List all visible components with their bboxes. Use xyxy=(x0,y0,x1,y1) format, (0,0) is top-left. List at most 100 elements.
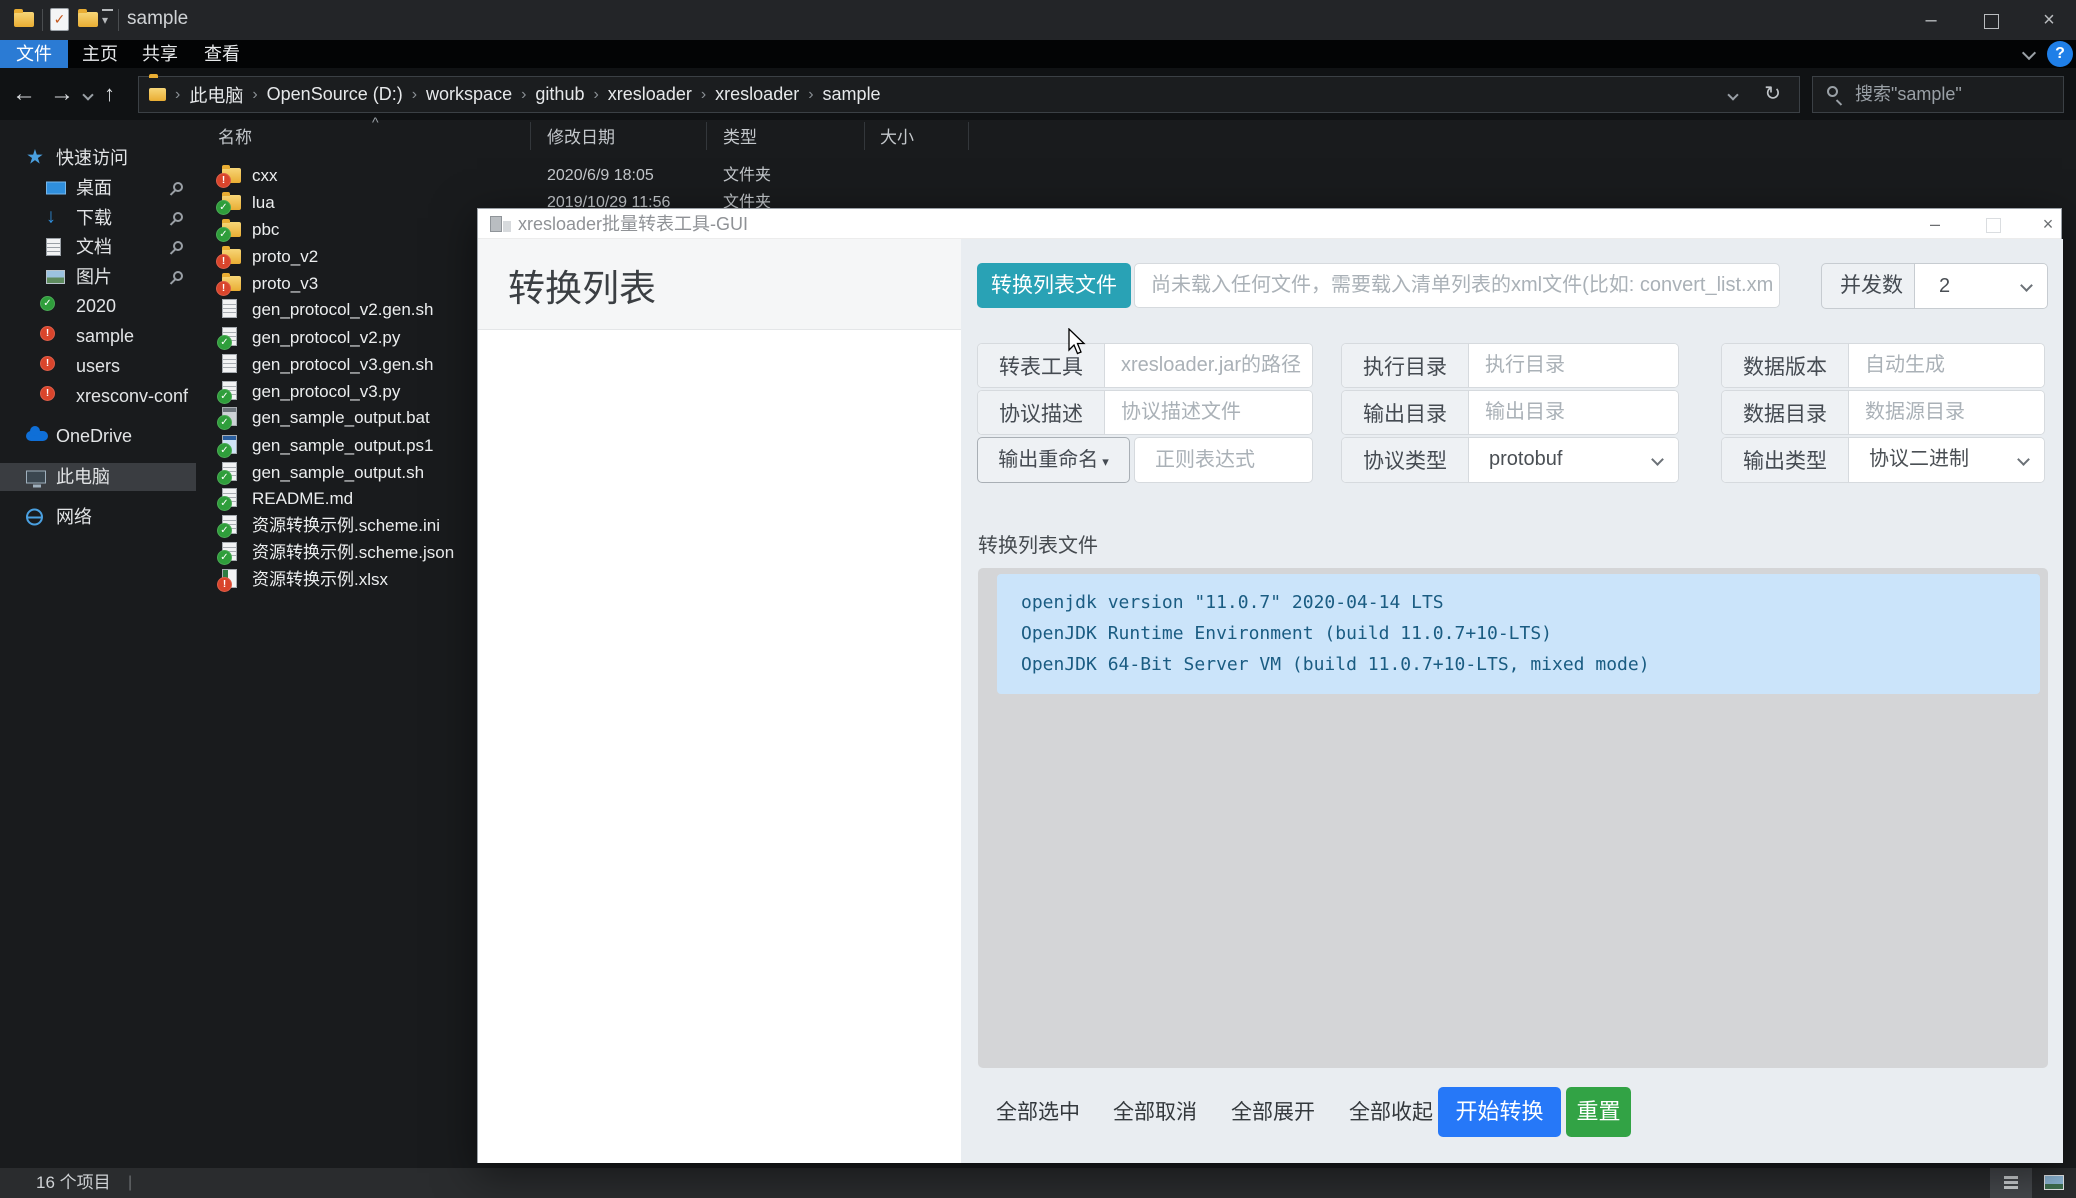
forward-button[interactable]: → xyxy=(50,68,74,120)
output-rename-input[interactable]: 正则表达式 xyxy=(1134,437,1313,483)
sidebar-item-quick-access[interactable]: ★ 快速访问 xyxy=(0,144,196,172)
exec-dir-input[interactable]: 执行目录 xyxy=(1469,344,1678,387)
sidebar-item-pictures[interactable]: 图片 xyxy=(0,263,196,291)
data-dir-field-group: 数据目录 数据源目录 xyxy=(1721,390,2045,435)
sidebar-item-downloads[interactable]: ↓ 下载 xyxy=(0,204,196,232)
recent-locations-icon[interactable] xyxy=(82,89,94,101)
proto-type-field-group: 协议类型 protobuf xyxy=(1341,437,1679,483)
folder-icon xyxy=(216,192,241,215)
tool-input[interactable]: xresloader.jar的路径 xyxy=(1105,344,1312,387)
table-row[interactable]: cxx 2020/6/9 18:05 文件夹 xyxy=(196,162,956,189)
tab-share[interactable]: 共享 xyxy=(134,40,186,68)
data-version-input[interactable]: 自动生成 xyxy=(1849,344,2044,387)
load-convert-list-button[interactable]: 转换列表文件 xyxy=(977,263,1131,308)
sidebar-item-sample[interactable]: sample xyxy=(0,322,196,350)
sidebar-item-network[interactable]: 网络 xyxy=(0,503,196,531)
start-convert-button[interactable]: 开始转换 xyxy=(1438,1087,1561,1137)
star-icon: ★ xyxy=(26,146,44,169)
out-type-select[interactable]: 协议二进制 xyxy=(1849,438,2044,482)
data-dir-label: 数据目录 xyxy=(1722,391,1849,434)
thumbnail-view-button[interactable] xyxy=(2034,1168,2072,1198)
expand-all-link[interactable]: 全部展开 xyxy=(1231,1099,1315,1127)
address-dropdown-icon[interactable] xyxy=(1727,89,1739,101)
sidebar-item-users[interactable]: users xyxy=(0,352,196,380)
tab-home[interactable]: 主页 xyxy=(74,40,126,68)
breadcrumb-separator-icon: › xyxy=(593,85,599,103)
console-line: openjdk version "11.0.7" 2020-04-14 LTS xyxy=(1021,592,1444,613)
quick-access-properties-icon[interactable]: ✓ xyxy=(50,8,69,31)
dialog-minimize-button[interactable]: – xyxy=(1910,209,1960,239)
breadcrumb-xresloader[interactable]: xresloader xyxy=(608,84,692,105)
tab-file[interactable]: 文件 xyxy=(0,40,68,68)
out-dir-input[interactable]: 输出目录 xyxy=(1469,391,1678,434)
data-version-field-group: 数据版本 自动生成 xyxy=(1721,343,2045,388)
tool-field-group: 转表工具 xresloader.jar的路径 xyxy=(977,343,1313,388)
address-bar[interactable]: › 此电脑 › OpenSource (D:) › workspace › gi… xyxy=(138,76,1800,113)
dialog-titlebar[interactable]: xresloader批量转表工具-GUI – × xyxy=(478,209,2061,239)
search-input[interactable]: 搜索"sample" xyxy=(1812,76,2064,113)
reset-button[interactable]: 重置 xyxy=(1566,1087,1631,1137)
sort-ascending-icon[interactable]: ^ xyxy=(372,114,379,130)
out-dir-label: 输出目录 xyxy=(1342,391,1469,434)
out-type-field-group: 输出类型 协议二进制 xyxy=(1721,437,2045,483)
folder-icon xyxy=(216,219,241,242)
data-dir-input[interactable]: 数据源目录 xyxy=(1849,391,2044,434)
output-rename-button[interactable]: 输出重命名 ▾ xyxy=(977,437,1130,483)
dialog-maximize-button[interactable] xyxy=(1968,209,2018,239)
console-line: OpenJDK Runtime Environment (build 11.0.… xyxy=(1021,623,1553,644)
column-header-date[interactable]: 修改日期 xyxy=(547,124,615,152)
document-icon xyxy=(46,238,61,256)
console-line: OpenJDK 64-Bit Server VM (build 11.0.7+1… xyxy=(1021,654,1650,675)
dialog-form-panel: 转换列表文件 尚未载入任何文件，需要载入清单列表的xml文件(比如: conve… xyxy=(961,239,2063,1163)
breadcrumb-drive[interactable]: OpenSource (D:) xyxy=(267,84,403,105)
out-dir-field-group: 输出目录 输出目录 xyxy=(1341,390,1679,435)
refresh-icon[interactable]: ↻ xyxy=(1764,77,1781,112)
thumbnail-view-icon xyxy=(2044,1175,2064,1190)
details-view-button[interactable] xyxy=(1990,1168,2032,1198)
navigation-bar: ← → ↑ › 此电脑 › OpenSource (D:) › workspac… xyxy=(0,68,2076,120)
column-header-type[interactable]: 类型 xyxy=(723,124,757,152)
close-button[interactable]: × xyxy=(2020,0,2076,40)
help-icon[interactable]: ? xyxy=(2047,41,2073,67)
up-button[interactable]: ↑ xyxy=(104,68,115,120)
column-header-name[interactable]: 名称 xyxy=(218,124,252,152)
breadcrumb-separator-icon: › xyxy=(808,85,814,103)
collapse-all-link[interactable]: 全部收起 xyxy=(1349,1099,1433,1127)
dialog-close-button[interactable]: × xyxy=(2023,209,2073,239)
concurrency-select[interactable]: 2 xyxy=(1914,264,2047,308)
breadcrumb-separator-icon: › xyxy=(700,85,707,103)
select-all-link[interactable]: 全部选中 xyxy=(996,1099,1080,1127)
exec-dir-label: 执行目录 xyxy=(1342,344,1469,387)
sidebar-item-desktop[interactable]: 桌面 xyxy=(0,174,196,202)
tab-view[interactable]: 查看 xyxy=(196,40,248,68)
back-button[interactable]: ← xyxy=(12,68,36,120)
pin-icon xyxy=(168,182,183,196)
sidebar-item-xresconv-conf[interactable]: xresconv-conf xyxy=(0,382,196,410)
proto-desc-input[interactable]: 协议描述文件 xyxy=(1105,391,1312,434)
desktop-icon xyxy=(46,181,66,195)
sidebar-item-onedrive[interactable]: OneDrive xyxy=(0,422,196,450)
sidebar-item-documents[interactable]: 文档 xyxy=(0,233,196,261)
sidebar-item-this-pc[interactable]: 此电脑 xyxy=(0,463,196,491)
proto-type-select[interactable]: protobuf xyxy=(1469,438,1678,482)
address-folder-icon xyxy=(149,88,166,101)
concurrency-label: 并发数 xyxy=(1840,274,1903,297)
ini-file-icon xyxy=(217,515,237,538)
ribbon-expand-icon[interactable] xyxy=(2021,45,2037,61)
quick-access-customize-icon[interactable]: ▾ xyxy=(102,9,114,27)
breadcrumb-workspace[interactable]: workspace xyxy=(426,84,512,105)
breadcrumb-this-pc[interactable]: 此电脑 xyxy=(189,82,243,108)
python-file-icon xyxy=(217,381,237,404)
convert-list-file-input[interactable]: 尚未载入任何文件，需要载入清单列表的xml文件(比如: convert_list… xyxy=(1134,263,1780,308)
proto-desc-field-group: 协议描述 协议描述文件 xyxy=(977,390,1313,435)
quick-access-new-folder-icon[interactable] xyxy=(78,9,98,27)
breadcrumb-xresloader-2[interactable]: xresloader xyxy=(715,84,799,105)
deselect-all-link[interactable]: 全部取消 xyxy=(1113,1099,1197,1127)
breadcrumb-github[interactable]: github xyxy=(535,84,584,105)
pin-icon xyxy=(168,271,183,285)
column-header-size[interactable]: 大小 xyxy=(880,124,914,152)
breadcrumb-sample[interactable]: sample xyxy=(823,84,881,105)
minimize-button[interactable]: – xyxy=(1902,0,1960,40)
search-icon xyxy=(1827,86,1838,97)
sidebar-item-2020[interactable]: 2020 xyxy=(0,292,196,320)
